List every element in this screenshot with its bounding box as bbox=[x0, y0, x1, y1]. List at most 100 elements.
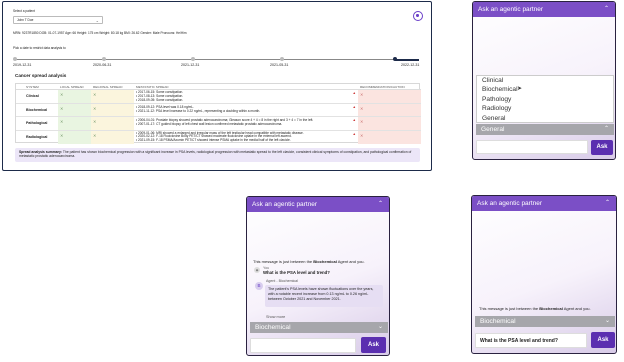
table-row: Pathological ✕ ✕ • 2006-04-01: Prostate … bbox=[16, 117, 421, 131]
privacy-prefix: This message is just between the bbox=[253, 259, 314, 264]
timeline-tick[interactable] bbox=[102, 57, 106, 61]
table-row: Biochemical ✕ ✕ • 2018-09-12: PSA level … bbox=[16, 103, 421, 117]
agent-option[interactable]: Biochemical ➤ bbox=[477, 85, 613, 94]
chat-input-value: What is the PSA level and trend? bbox=[480, 338, 558, 344]
ask-button[interactable]: Ask bbox=[361, 337, 386, 353]
metastatic-cell: • 2017-06-15: Some constipation. • 2017-… bbox=[134, 90, 358, 103]
agent-select[interactable]: Biochemical ⌄ bbox=[475, 316, 615, 327]
patient-select[interactable]: John T Doe ⌄ bbox=[13, 16, 103, 24]
chat-header[interactable]: Ask an agentic partner ⌃ bbox=[247, 197, 389, 212]
privacy-suffix: Agent and you. bbox=[562, 306, 591, 311]
show-more-link[interactable]: Show more bbox=[266, 315, 285, 319]
x-icon: ✕ bbox=[93, 119, 97, 124]
agent-select-value: Biochemical bbox=[255, 324, 291, 331]
chevron-up-icon: ⌃ bbox=[603, 126, 609, 132]
agent-option-label: Biochemical bbox=[482, 86, 518, 94]
agent-option[interactable]: Radiology bbox=[477, 104, 613, 113]
privacy-agent: Biochemical bbox=[539, 306, 563, 311]
chevron-up-icon[interactable]: ⌃ bbox=[605, 196, 610, 211]
chevron-down-icon: ⌄ bbox=[377, 324, 383, 330]
agent-chat-panel: Ask an agentic partner ⌃ This message is… bbox=[471, 195, 617, 354]
chat-input[interactable] bbox=[476, 140, 588, 154]
agent-option[interactable]: Clinical bbox=[477, 76, 613, 85]
evidence-line: • 2021-09-15: F-18 PSMA/Axumin PET/CT sh… bbox=[136, 138, 291, 143]
ask-button[interactable]: Ask bbox=[591, 140, 613, 155]
date-prompt: Pick a date to restrict data analysis to bbox=[13, 46, 66, 50]
user-avatar: ◉ bbox=[254, 267, 260, 273]
evidence-line: • 2007-01-17: CT guided biopsy of left c… bbox=[136, 122, 283, 126]
patient-select-label: Select a patient bbox=[13, 9, 35, 13]
metastatic-cell: • 2006-04-01: Prostate biopsy showed pro… bbox=[134, 117, 358, 130]
x-icon: ✕ bbox=[93, 132, 97, 138]
chat-title: Ask an agentic partner bbox=[252, 201, 318, 208]
column-header: SYSTEM bbox=[26, 85, 39, 90]
chevron-down-icon: ⌄ bbox=[95, 18, 99, 23]
timeline-label: 2019-12-31 bbox=[13, 63, 32, 67]
evidence-line: • 2018-09-05: Some constipation. bbox=[136, 97, 184, 102]
regional-cell: ✕ bbox=[91, 117, 134, 130]
timeline-track[interactable] bbox=[15, 59, 419, 61]
alert-icon: ▲ bbox=[352, 131, 356, 136]
timeline-tick[interactable] bbox=[280, 57, 284, 61]
chat-header[interactable]: Ask an agentic partner ⌃ bbox=[473, 2, 615, 17]
privacy-prefix: This message is just between the bbox=[479, 306, 540, 311]
row-label: Biochemical bbox=[26, 107, 48, 112]
x-icon: ✕ bbox=[360, 105, 364, 111]
privacy-agent: Biochemical bbox=[313, 259, 337, 264]
chat-input[interactable] bbox=[250, 338, 356, 353]
alert-icon: ▲ bbox=[352, 104, 356, 109]
local-cell: ✕ bbox=[58, 103, 91, 116]
chat-header[interactable]: Ask an agentic partner ⌃ bbox=[472, 196, 616, 211]
local-cell: ✕ bbox=[58, 117, 91, 130]
evidence-line: • 2021-11-12: PSA level increase to 0.22… bbox=[136, 108, 261, 113]
agent-select[interactable]: Biochemical ⌄ bbox=[250, 322, 388, 333]
patient-dashboard: Select a patient John T Doe ⌄ MRN: 9237R… bbox=[2, 1, 432, 171]
chevron-up-icon[interactable]: ⌃ bbox=[378, 197, 383, 212]
x-icon: ✕ bbox=[60, 132, 64, 138]
x-icon: ✕ bbox=[93, 105, 97, 111]
agent-dropdown-list: Clinical Biochemical ➤ Pathology Radiolo… bbox=[476, 75, 614, 123]
user-message: What is the PSA level and trend? bbox=[263, 270, 330, 275]
column-header: RECOMMENDATION/CAUTION bbox=[360, 85, 405, 90]
timeline-label: 2021-05-31 bbox=[270, 63, 289, 67]
agent-option[interactable]: General bbox=[477, 114, 613, 123]
agent-message: The patient's PSA levels have shown fluc… bbox=[265, 285, 383, 307]
spread-table: SYSTEM LOCAL SPREAD REGIONAL SPREAD META… bbox=[15, 83, 421, 145]
chat-title: Ask an agentic partner bbox=[478, 6, 544, 13]
agent-name: Agent - Biochemical bbox=[266, 279, 298, 283]
x-icon: ✕ bbox=[60, 105, 64, 111]
agent-chat-panel: Ask an agentic partner ⌃ Clinical Bioche… bbox=[472, 1, 616, 160]
local-cell: ✕ bbox=[58, 90, 91, 103]
regional-cell: ✕ bbox=[91, 130, 134, 144]
metastatic-cell: • 2009-01-06: MRI showed a enlarged and … bbox=[134, 131, 358, 145]
privacy-suffix: Agent and you. bbox=[336, 259, 365, 264]
metastatic-cell: • 2018-09-12: PSA level was 0.18 ng/mL. … bbox=[134, 104, 358, 117]
timeline-handle[interactable] bbox=[393, 57, 397, 61]
timeline-label: 2022-12-31 bbox=[401, 63, 420, 67]
timeline-label: 2021-12-31 bbox=[181, 63, 200, 67]
x-icon: ✕ bbox=[93, 92, 97, 97]
timeline-tick[interactable] bbox=[13, 57, 17, 61]
spread-summary: Spread analysis summary: The patient has… bbox=[15, 148, 420, 162]
agent-select-value: General bbox=[481, 126, 505, 133]
patient-select-value: John T Doe bbox=[17, 17, 34, 22]
chevron-up-icon[interactable]: ⌃ bbox=[604, 2, 609, 17]
chat-input[interactable]: What is the PSA level and trend? bbox=[475, 333, 587, 348]
agent-avatar: B bbox=[255, 282, 263, 290]
timeline-tick[interactable] bbox=[191, 57, 195, 61]
agent-message-text: The patient's PSA levels have shown fluc… bbox=[268, 287, 374, 301]
table-row: Radiological ✕ ✕ • 2009-01-06: MRI showe… bbox=[16, 130, 421, 145]
x-icon: ✕ bbox=[60, 119, 64, 124]
agent-select[interactable]: General ⌃ bbox=[476, 124, 614, 135]
ask-button[interactable]: Ask bbox=[591, 332, 615, 348]
agent-select-value: Biochemical bbox=[480, 318, 516, 325]
column-header: METASTATIC SPREAD bbox=[136, 85, 169, 90]
regional-cell: ✕ bbox=[91, 103, 134, 116]
agent-option[interactable]: Pathology bbox=[477, 95, 613, 104]
chevron-down-icon: ⌄ bbox=[604, 318, 610, 324]
local-cell: ✕ bbox=[58, 130, 91, 144]
x-icon: ✕ bbox=[60, 92, 64, 97]
alert-icon: ▲ bbox=[352, 118, 356, 122]
alert-icon: ▲ bbox=[352, 91, 356, 95]
x-icon: ✕ bbox=[360, 119, 364, 124]
